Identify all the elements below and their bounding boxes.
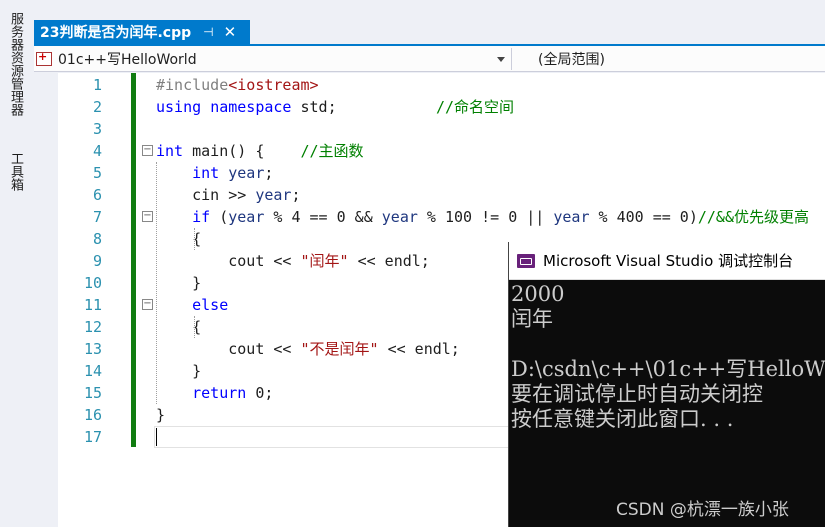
code-text[interactable]: #include<iostream> (156, 74, 319, 96)
code-line[interactable]: 4 int main() { //主函数 (58, 140, 825, 162)
code-text[interactable]: } (156, 272, 201, 294)
server-explorer-tab[interactable]: 服务器资源管理器 (6, 12, 25, 116)
line-number: 3 (92, 120, 102, 138)
code-text[interactable]: return 0; (156, 382, 273, 404)
close-icon[interactable]: ✕ (224, 23, 237, 41)
indent-guide (194, 228, 195, 250)
line-number: 9 (92, 252, 102, 270)
editor-margin (34, 73, 58, 527)
line-number: 7 (92, 208, 102, 226)
console-line: 按任意键关闭此窗口. . . (511, 407, 734, 431)
console-title-bar[interactable]: Microsoft Visual Studio 调试控制台 (509, 242, 825, 280)
code-line[interactable]: 7 if (year % 4 == 0 && year % 100 != 0 |… (58, 206, 825, 228)
line-number: 16 (83, 406, 102, 424)
code-line[interactable]: 2 using namespace std; //命名空间 (58, 96, 825, 118)
line-number: 17 (83, 428, 102, 446)
scope-name: (全局范围) (538, 52, 605, 68)
console-line: 要在调试停止时自动关闭控 (511, 382, 763, 406)
pin-icon[interactable]: ⊣ (203, 25, 213, 39)
visual-studio-window: 服务器资源管理器 工具箱 23判断是否为闰年.cpp ⊣ ✕ 01c++写Hel… (0, 0, 825, 527)
collapse-icon[interactable]: − (142, 299, 153, 310)
line-number: 6 (92, 186, 102, 204)
visual-studio-console-icon (517, 253, 535, 268)
line-number: 11 (83, 296, 102, 314)
line-number: 8 (92, 230, 102, 248)
watermark-text: CSDN @杭漂一族小张 (616, 500, 789, 520)
line-number: 10 (83, 274, 102, 292)
cpp-project-icon (36, 50, 52, 66)
indent-guide (194, 316, 195, 338)
collapse-icon[interactable]: − (142, 145, 153, 156)
console-line: 闰年 (511, 307, 553, 331)
document-tab[interactable]: 23判断是否为闰年.cpp ⊣ ✕ (34, 20, 250, 44)
chevron-down-icon[interactable] (497, 57, 505, 62)
console-title: Microsoft Visual Studio 调试控制台 (543, 252, 794, 270)
scope-dropdown[interactable]: (全局范围) (514, 48, 814, 70)
side-tool-strip: 服务器资源管理器 工具箱 (0, 0, 30, 527)
code-line[interactable]: 6 cin >> year; (58, 184, 825, 206)
code-text[interactable]: int year; (156, 162, 273, 184)
line-number: 14 (83, 362, 102, 380)
console-output: 2000 闰年 D:\csdn\c++\01c++写HelloW 要在调试停止时自动… (511, 282, 825, 432)
code-text[interactable]: else (156, 294, 228, 316)
navigation-bar: 01c++写HelloWorld (全局范围) (34, 46, 825, 72)
console-line: D:\csdn\c++\01c++写HelloW (511, 357, 825, 381)
project-dropdown[interactable]: 01c++写HelloWorld (36, 48, 512, 70)
code-text[interactable]: int main() { //主函数 (156, 140, 364, 162)
line-number: 2 (92, 98, 102, 116)
line-number: 1 (92, 76, 102, 94)
code-text[interactable]: } (156, 404, 165, 426)
line-number: 15 (83, 384, 102, 402)
toolbox-tab[interactable]: 工具箱 (6, 152, 25, 191)
console-line: 2000 (511, 282, 565, 306)
code-line[interactable]: 5 int year; (58, 162, 825, 184)
code-line[interactable]: 1 #include<iostream> (58, 74, 825, 96)
line-number: 5 (92, 164, 102, 182)
code-text[interactable]: } (156, 360, 201, 382)
code-text[interactable]: cout << "不是闰年" << endl; (156, 338, 460, 360)
debug-console-window[interactable]: Microsoft Visual Studio 调试控制台 2000 闰年 D:\… (508, 242, 825, 527)
collapse-icon[interactable]: − (142, 211, 153, 222)
line-number: 13 (83, 340, 102, 358)
code-line[interactable]: 3 (58, 118, 825, 140)
code-text[interactable]: cout << "闰年" << endl; (156, 250, 430, 272)
text-caret (156, 428, 157, 446)
line-number: 12 (83, 318, 102, 336)
indent-guide (156, 162, 157, 404)
code-text[interactable]: if (year % 4 == 0 && year % 100 != 0 || … (156, 206, 809, 228)
code-text[interactable]: cin >> year; (156, 184, 300, 206)
project-name: 01c++写HelloWorld (58, 52, 197, 68)
code-text[interactable]: using namespace std; //命名空间 (156, 96, 514, 118)
document-tab-title: 23判断是否为闰年.cpp (40, 25, 192, 41)
line-number: 4 (92, 142, 102, 160)
